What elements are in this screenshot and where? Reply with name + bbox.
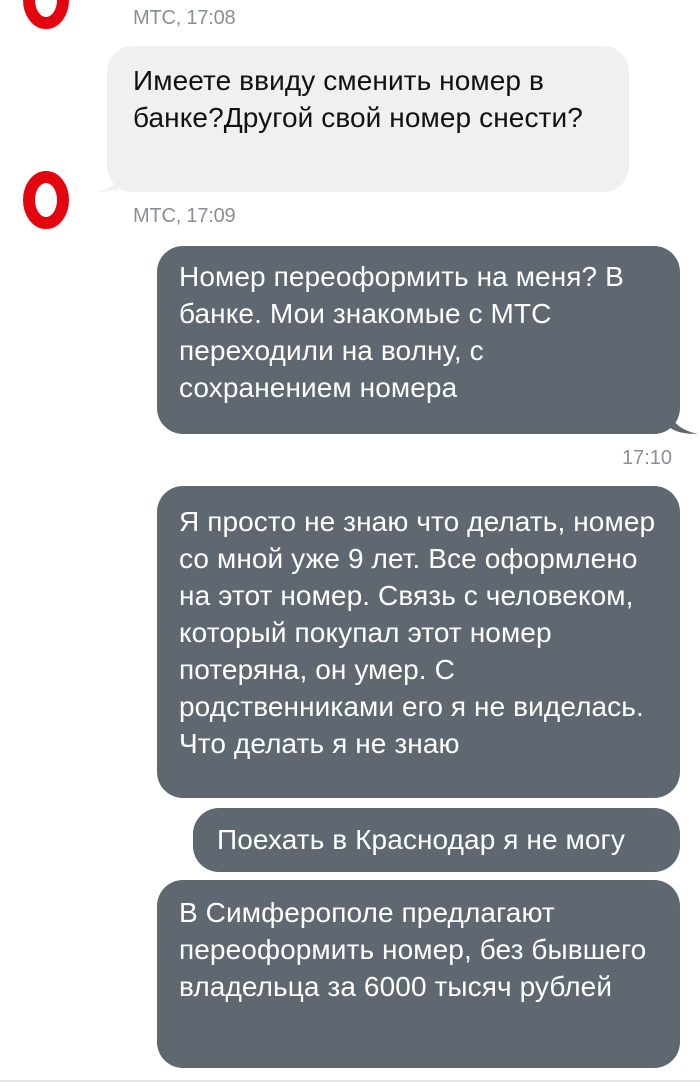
mts-logo-icon — [23, 171, 69, 229]
message-text: Поехать в Краснодар я не могу — [217, 824, 625, 855]
message-sender-time: МТС, 17:09 — [133, 205, 236, 227]
message-text: Номер переоформить на меня? В банке. Мои… — [179, 261, 624, 403]
bubble-tail-icon — [668, 410, 698, 434]
message-time: 17:10 — [622, 447, 673, 469]
message-text: В Симферополе предлагают переоформить но… — [179, 897, 647, 1002]
outgoing-message-bubble[interactable]: Поехать в Краснодар я не могу — [193, 808, 680, 872]
message-text: Я просто не знаю что делать, номер со мн… — [179, 506, 656, 759]
chat-thread: МТС, 17:08 Имеете ввиду сменить номер в … — [0, 0, 700, 1082]
operator-avatar — [14, 166, 78, 230]
operator-avatar — [14, 0, 78, 30]
outgoing-message-bubble[interactable]: Я просто не знаю что делать, номер со мн… — [157, 486, 680, 798]
message-sender-time: МТС, 17:08 — [133, 7, 236, 29]
bubble-tail-icon — [96, 168, 126, 192]
mts-logo-icon — [23, 0, 69, 29]
incoming-message-bubble[interactable]: Имеете ввиду сменить номер в банке?Друго… — [107, 46, 629, 192]
outgoing-message-bubble[interactable]: В Симферополе предлагают переоформить но… — [157, 880, 680, 1068]
outgoing-message-bubble[interactable]: Номер переоформить на меня? В банке. Мои… — [157, 246, 680, 434]
message-text: Имеете ввиду сменить номер в банке?Друго… — [133, 65, 583, 133]
